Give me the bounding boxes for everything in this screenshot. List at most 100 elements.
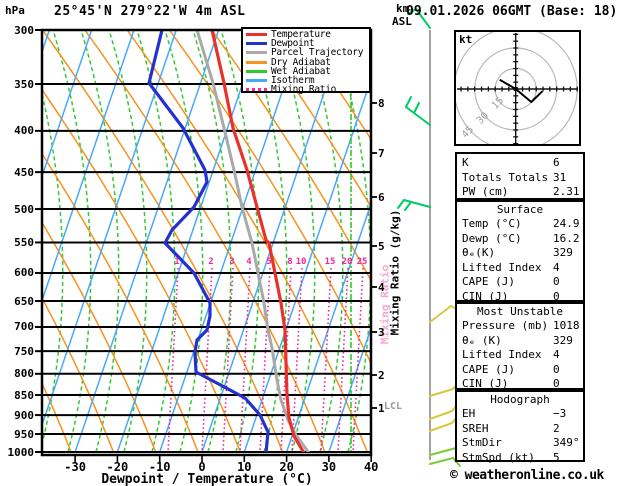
stats-row: EH −3 [457, 407, 583, 422]
stats-row-label: Totals Totals [462, 170, 549, 184]
stats-row: CAPE (J) 0 [457, 275, 583, 290]
km-tick-label: 4 [378, 280, 385, 294]
stats-box-header: Most Unstable [476, 305, 564, 318]
stats-row: CAPE (J) 0 [457, 363, 583, 378]
mixing-ratio-value-label: 2 [208, 257, 214, 267]
stats-row-label: CAPE (J) [462, 362, 515, 376]
stats-row-label: CAPE (J) [462, 275, 515, 289]
stats-row: θₑ (K) 329 [457, 334, 583, 349]
stats-box-header: Hodograph [490, 393, 550, 406]
legend-swatch-temperature [246, 33, 267, 37]
stats-row-label: θₑ (K) [462, 333, 502, 347]
legend-swatch-isotherm [246, 79, 267, 83]
km-tick-label: 8 [378, 96, 385, 110]
lcl-marker-label: LCL [384, 401, 403, 412]
stats-row-label: Temp (°C) [462, 217, 522, 230]
wind-barb [429, 305, 459, 323]
pressure-tick-label: 700 [14, 320, 34, 334]
temp-tick-label: 10 [237, 460, 252, 474]
km-tick-label: 7 [378, 146, 385, 160]
stats-row-value: 349° [553, 436, 580, 450]
stats-row-value: −3 [553, 407, 567, 420]
pressure-tick-label: 650 [14, 294, 34, 308]
km-tick-label: 2 [378, 368, 385, 382]
pressure-tick-label: 1000 [7, 445, 35, 459]
mixing-ratio-value-label: 10 [295, 257, 307, 267]
temp-tick-label: 30 [321, 460, 337, 474]
stats-row-label: K [462, 156, 469, 169]
sounding-chart-page: hPa 25°45'N 279°22'W 4m ASL km ASL 09.01… [0, 0, 629, 486]
mixing-ratio-axis-label: Mixing Ratio (g/kg) [388, 209, 402, 336]
stats-row-label: PW (cm) [462, 185, 509, 199]
stats-row: K6 [457, 156, 583, 171]
stats-row-value: 329 [553, 246, 573, 260]
temp-tick-label: 0 [198, 460, 206, 474]
legend-swatch-dewpoint [246, 42, 267, 46]
pressure-tick-label: 350 [14, 77, 34, 91]
stats-row-value: 2.31 [553, 185, 580, 199]
mixing-ratio-value-label: 5 [266, 257, 272, 267]
stats-row-value: 24.9 [553, 217, 580, 230]
stats-row-value: 6 [553, 156, 560, 169]
mixing-ratio-value-label: 4 [246, 257, 252, 267]
stats-row: SREH 2 [457, 422, 583, 437]
legend-label: Mixing Ratio [271, 84, 337, 96]
pressure-axis-unit: hPa [5, 4, 25, 17]
stats-row-label: EH [462, 407, 476, 420]
temp-tick-label: -10 [148, 460, 171, 474]
stats-row-value: 5 [553, 450, 560, 464]
stats-box-hodograph: Hodograph EH −3 SREH 2 StmDir 349° StmSpd (kt) 5 [455, 390, 585, 464]
site-credit: © weatheronline.co.uk [450, 468, 604, 483]
pressure-tick-label: 800 [14, 367, 34, 381]
stats-row-value: 0 [553, 362, 560, 376]
stats-row-value: 329 [553, 333, 573, 347]
stats-row: PW (cm) 2.31 [457, 185, 583, 200]
station-title: 25°45'N 279°22'W 4m ASL [54, 4, 246, 19]
pressure-tick-label: 500 [14, 202, 34, 216]
temp-tick-label: -20 [106, 460, 129, 474]
wind-barb [429, 403, 459, 420]
stats-row-label: θₑ(K) [462, 246, 496, 260]
legend-swatch-wet-adiabat [246, 69, 267, 73]
stats-box-most-unstable: Most Unstable Pressure (mb) 1018 θₑ (K) 329 L… [455, 302, 585, 390]
stats-box-header: Surface [496, 203, 544, 216]
pressure-tick-label: 850 [14, 388, 34, 402]
temp-axis-title: Dewpoint / Temperature (°C) [101, 472, 313, 486]
km-tick-label: 1 [378, 401, 385, 415]
stats-row-label: SREH [462, 421, 489, 435]
stats-row-label: Dewp (°C) [462, 231, 522, 245]
legend-swatch-mixing-ratio [246, 88, 267, 92]
legend-swatch-parcel-trajectory [246, 51, 267, 55]
legend-swatch-dry-adiabat [246, 60, 267, 64]
stats-row-value: 1018 [553, 319, 580, 332]
stats-row-value: 0 [553, 275, 560, 289]
stats-row: Lifted Index 4 [457, 348, 583, 363]
legend-box: Temperature Dewpoint Parcel Trajectory Dry … [241, 27, 371, 96]
stats-row-label: StmSpd (kt) [462, 450, 535, 464]
stats-row: θₑ(K) 329 [457, 246, 583, 261]
km-tick-label: 6 [378, 190, 385, 204]
stats-row-value: 16.2 [553, 231, 580, 245]
stats-row-value: 31 [553, 170, 567, 184]
km-tick-label: 3 [378, 325, 385, 339]
temp-tick-label: 40 [363, 460, 379, 474]
stats-box-surface: Surface Temp (°C) 24.9 Dewp (°C) 16.2 θₑ(K) 32… [455, 200, 585, 303]
temp-tick-label: -30 [64, 460, 86, 474]
pressure-tick-label: 900 [14, 408, 34, 422]
stats-row: Lifted Index 4 [457, 261, 583, 276]
pressure-tick-label: 600 [14, 266, 34, 280]
stats-box: K 6 Totals Totals 31 PW (cm) 2.31 [455, 152, 585, 200]
mixing-ratio-value-label: 1 [174, 257, 180, 267]
stats-row: Pressure (mb) 1018 [457, 319, 583, 334]
wind-barb [405, 96, 431, 126]
mixing-ratio-value-label: 25 [356, 257, 368, 267]
stats-row: Totals Totals 31 [457, 171, 583, 186]
pressure-tick-label: 550 [14, 235, 34, 249]
stats-row: StmDir 349° [457, 436, 583, 451]
hodograph-unit-label: kt [459, 33, 473, 46]
stats-row-label: Pressure (mb) [462, 319, 549, 332]
stats-row-value: 4 [553, 260, 560, 274]
pressure-tick-label: 750 [14, 344, 34, 358]
pressure-tick-label: 400 [14, 124, 34, 138]
pressure-tick-label: 450 [14, 165, 34, 179]
